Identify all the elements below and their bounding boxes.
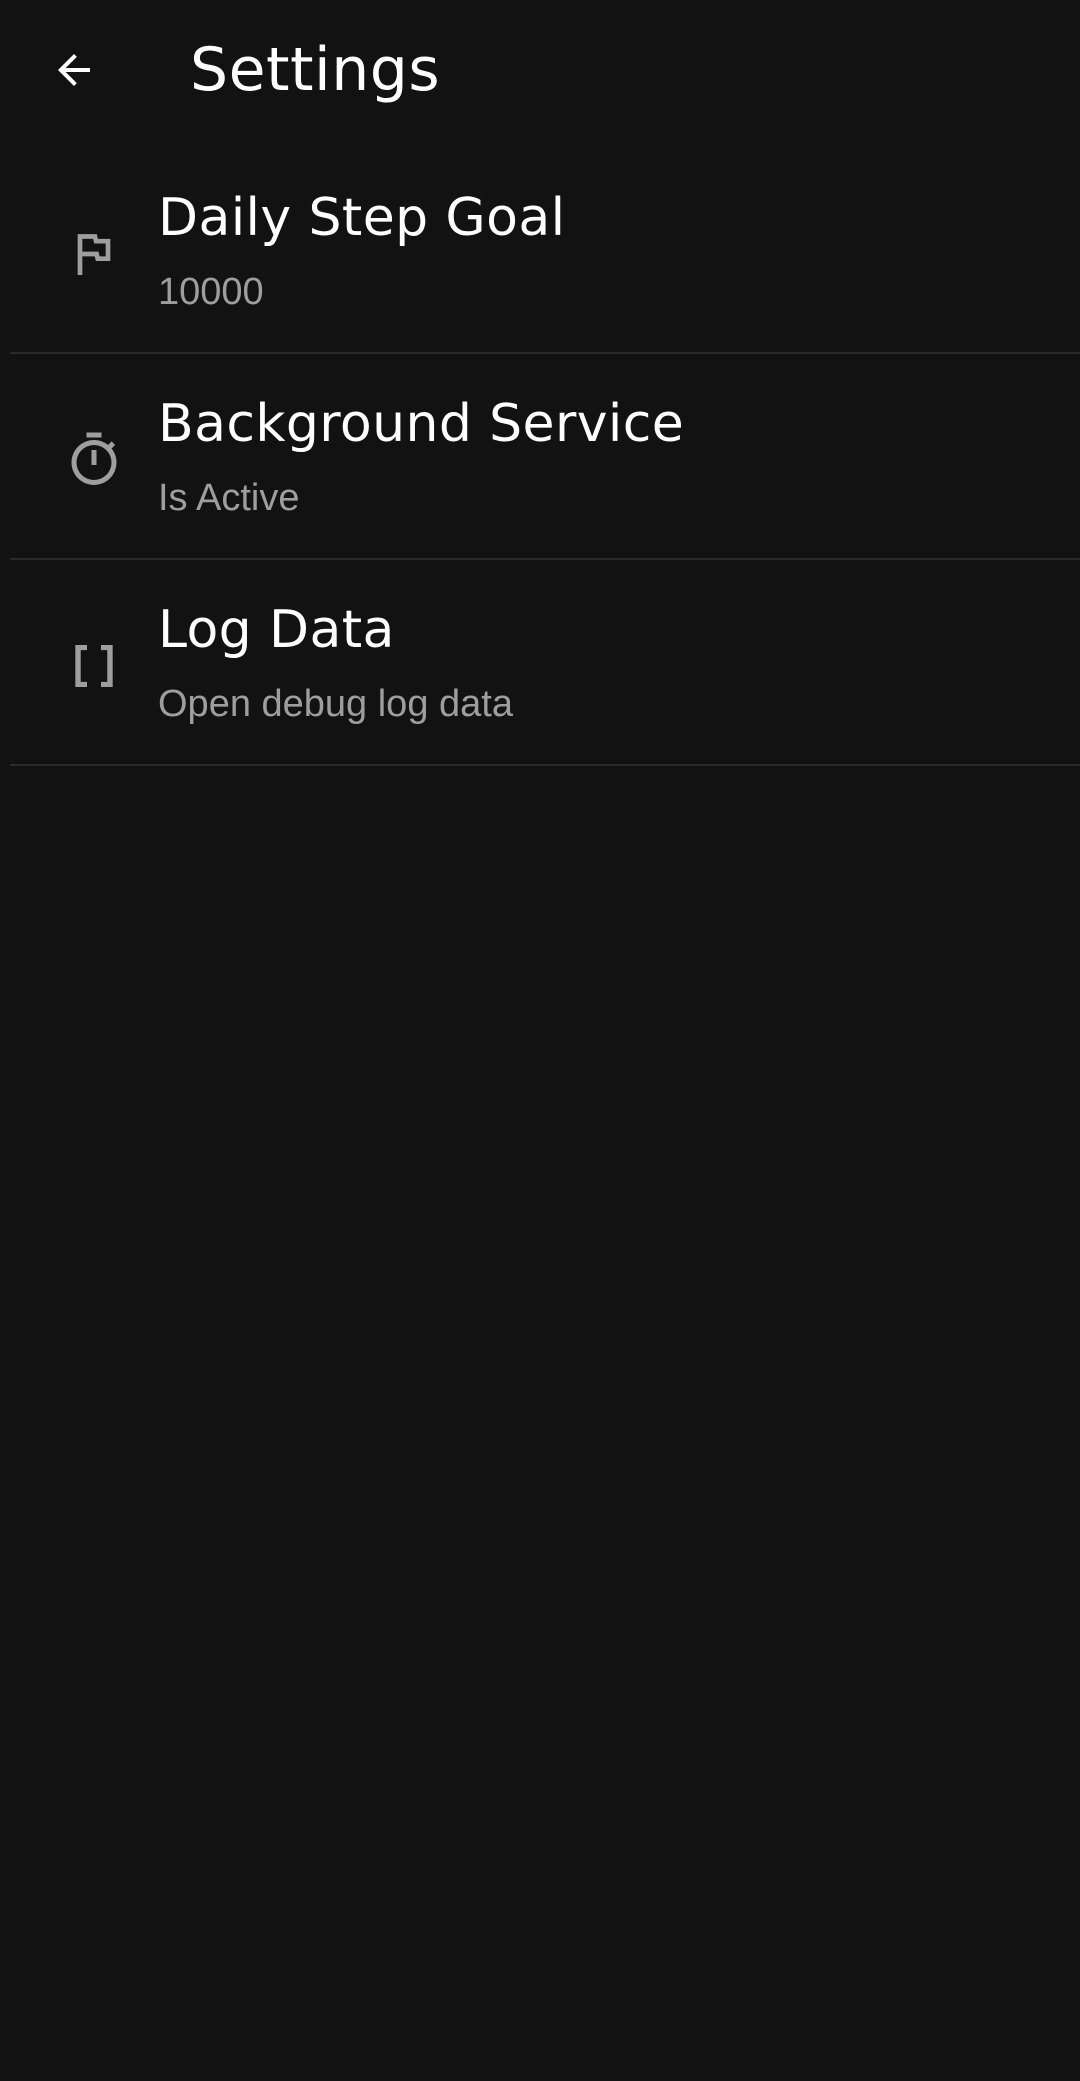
flag-icon bbox=[58, 218, 130, 290]
setting-status: Is Active bbox=[158, 477, 300, 519]
setting-title: Log Data bbox=[158, 600, 395, 660]
setting-background-service[interactable]: Background Service Is Active bbox=[10, 354, 1080, 560]
settings-screen: Settings Daily Step Goal 10000 Backgroun… bbox=[0, 0, 1080, 2081]
brackets-icon bbox=[58, 630, 130, 702]
back-button[interactable] bbox=[38, 34, 110, 106]
setting-title: Daily Step Goal bbox=[158, 188, 566, 248]
setting-daily-step-goal[interactable]: Daily Step Goal 10000 bbox=[10, 148, 1080, 354]
setting-title: Background Service bbox=[158, 394, 685, 454]
arrow-back-icon bbox=[58, 54, 90, 86]
setting-description: Open debug log data bbox=[158, 683, 513, 725]
setting-value: 10000 bbox=[158, 271, 264, 313]
timer-icon bbox=[58, 424, 130, 496]
setting-log-data[interactable]: Log Data Open debug log data bbox=[10, 560, 1080, 766]
app-bar: Settings bbox=[0, 0, 1080, 140]
settings-list: Daily Step Goal 10000 Background Service… bbox=[10, 148, 1080, 766]
page-title: Settings bbox=[190, 35, 441, 105]
